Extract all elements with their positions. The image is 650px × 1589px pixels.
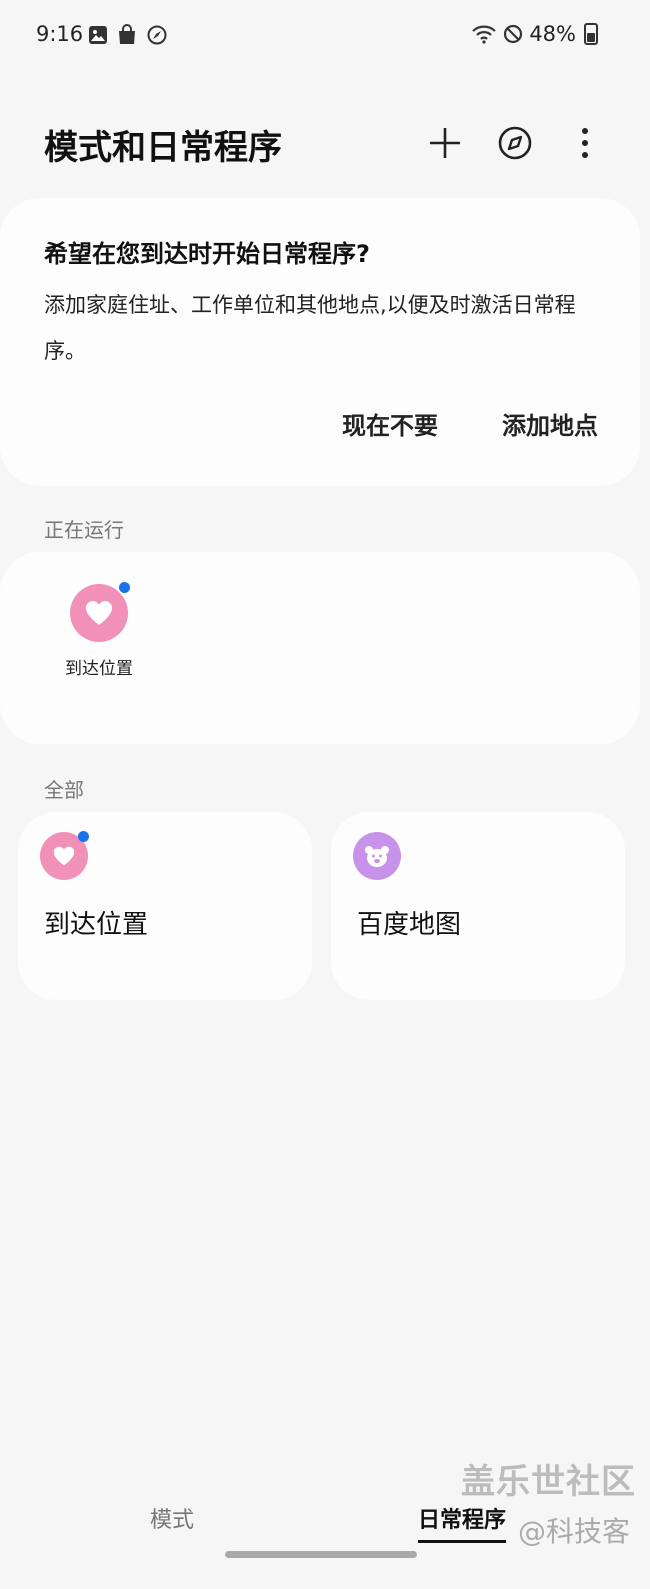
app-bar-actions [420,118,610,168]
heart-icon [53,846,75,866]
status-notification-icons [88,24,168,46]
routine-card-label: 到达位置 [44,910,149,940]
add-icon [430,128,460,158]
bear-icon [365,846,389,867]
page-title: 模式和日常程序 [44,128,282,168]
running-section-label: 正在运行 [44,518,124,542]
running-routines-card: 到达位置 [0,552,640,744]
app-bar: 模式和日常程序 [0,100,650,190]
discover-button[interactable] [490,118,540,168]
tab-routines[interactable]: 日常程序 [418,1502,507,1543]
add-location-button[interactable]: 添加地点 [502,406,598,441]
status-system-icons: 48% [471,22,598,46]
watermark-main: 盖乐世社区 [461,1462,636,1502]
prompt-body: 添加家庭住址、工作单位和其他地点,以便及时激活日常程序。 [44,293,576,363]
active-indicator-dot [119,582,130,593]
battery-percentage: 48% [529,22,576,46]
do-not-disturb-icon [504,24,523,44]
not-now-button[interactable]: 现在不要 [342,406,438,441]
routine-card-baidu-map[interactable]: 百度地图 [331,812,625,1000]
running-routine-item[interactable]: 到达位置 [52,582,146,679]
status-bar: 9:16 48% [0,0,650,72]
discover-icon [498,126,532,160]
active-indicator-dot [78,831,89,842]
wifi-icon [472,25,497,44]
routine-icon-circle [40,831,89,880]
running-routine-label: 到达位置 [65,659,133,679]
routine-card-label: 百度地图 [357,910,462,940]
shopping-bag-icon [119,24,135,44]
routine-icon-circle [353,832,401,880]
add-button[interactable] [420,118,470,168]
more-options-icon [582,128,588,158]
routine-card-arrive-location[interactable]: 到达位置 [18,812,312,1000]
home-indicator[interactable] [225,1551,417,1558]
prompt-actions: 现在不要 添加地点 [342,406,598,441]
all-section-label: 全部 [44,778,84,802]
image-icon [89,26,107,44]
routine-icon-circle [70,582,130,642]
compass-sync-icon [147,25,167,45]
location-prompt-card: 希望在您到达时开始日常程序? 添加家庭住址、工作单位和其他地点,以便及时激活日常… [0,198,640,486]
prompt-title: 希望在您到达时开始日常程序? [44,240,370,268]
battery-icon [584,23,598,45]
more-options-button[interactable] [560,118,610,168]
tab-modes[interactable]: 模式 [150,1502,194,1540]
heart-icon [86,601,112,625]
status-time: 9:16 [36,22,84,46]
watermark-sub: @科技客 [517,1515,630,1548]
